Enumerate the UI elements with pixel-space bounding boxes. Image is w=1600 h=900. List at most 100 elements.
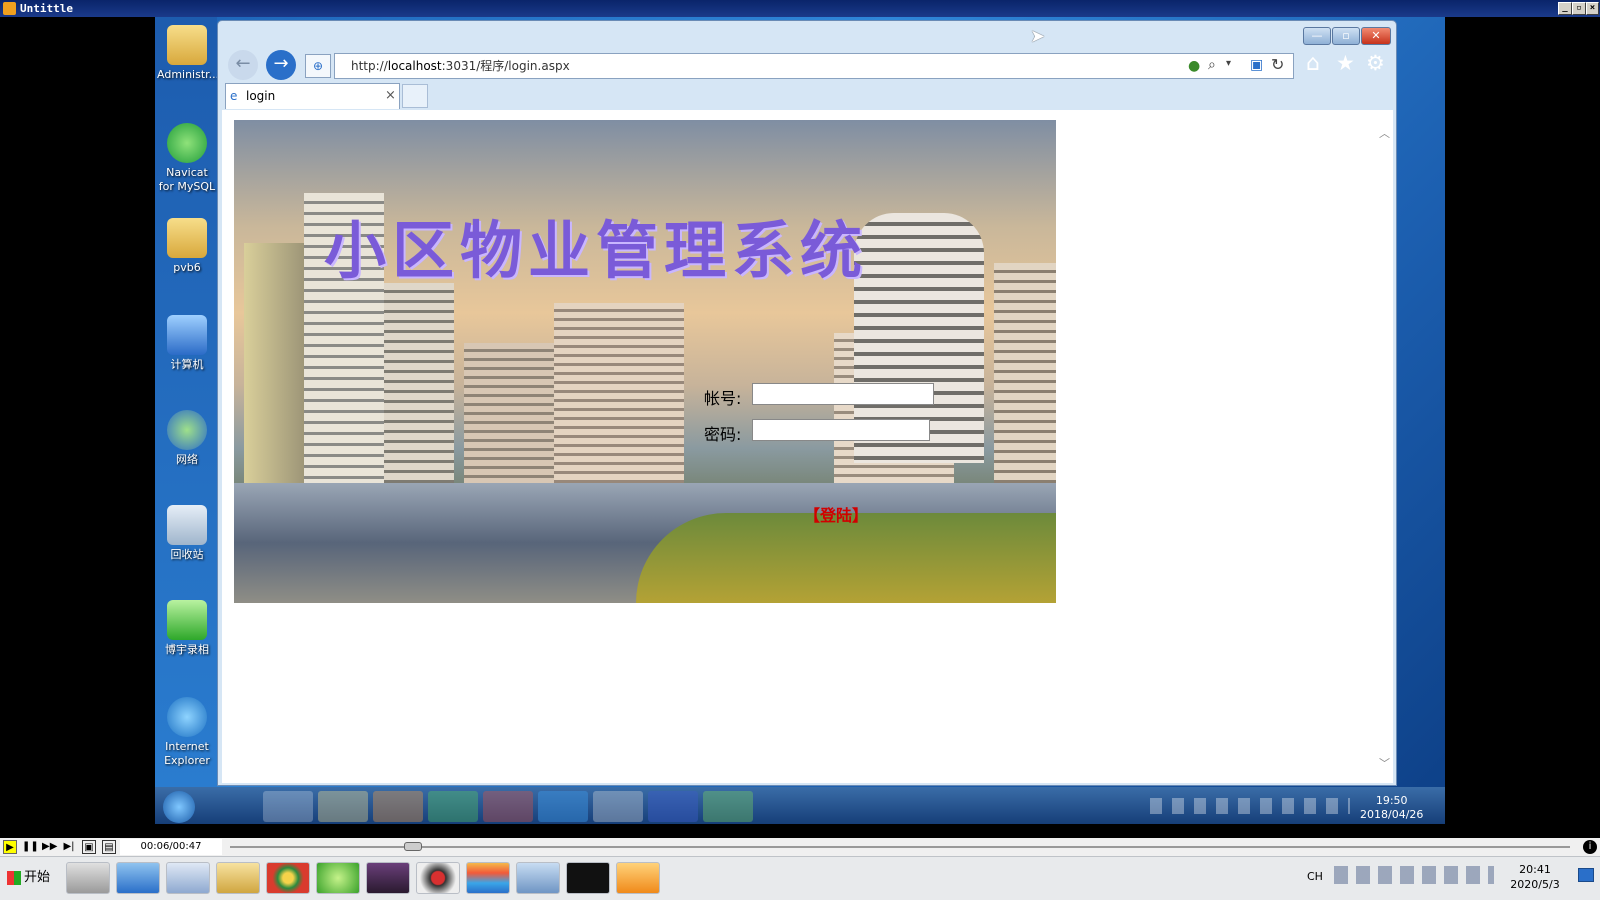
fit-icon[interactable]: ▤ xyxy=(102,840,116,854)
address-bar[interactable]: http://localhost:3031/程序/login.aspx xyxy=(334,53,1294,79)
restore-button[interactable]: ▫ xyxy=(1572,2,1586,15)
start-button[interactable]: 开始 xyxy=(4,862,52,894)
favorites-star-icon[interactable]: ★ xyxy=(1336,51,1355,75)
url-host: localhost xyxy=(387,59,442,73)
mouse-cursor-icon: ➤ xyxy=(1030,26,1046,47)
desktop-icon-recycle-bin[interactable]: 回收站 xyxy=(157,505,217,562)
desktop-icon-label: 博宇录相 xyxy=(165,643,209,656)
host-app-chrome-icon[interactable] xyxy=(266,862,310,894)
seek-bar[interactable] xyxy=(230,846,1570,848)
building-shape xyxy=(994,263,1056,483)
minimize-button[interactable]: _ xyxy=(1558,2,1572,15)
login-button[interactable]: 【登陆】 xyxy=(804,502,868,526)
compat-view-icon[interactable]: ⊕ xyxy=(305,54,331,78)
account-label: 帐号: xyxy=(704,389,742,408)
host-app-powershell-icon[interactable] xyxy=(116,862,160,894)
inner-clock: 19:50 2018/04/26 xyxy=(1360,794,1423,822)
browser-minimize-button[interactable]: — xyxy=(1303,27,1331,45)
language-indicator[interactable]: CH xyxy=(1307,870,1323,883)
computer-icon xyxy=(167,315,207,355)
host-app-colorful-icon[interactable] xyxy=(466,862,510,894)
host-app-green-icon[interactable] xyxy=(316,862,360,894)
tab-login[interactable]: e login xyxy=(225,83,400,109)
account-input[interactable] xyxy=(752,383,934,405)
gear-icon[interactable]: ⚙ xyxy=(1366,51,1385,75)
desktop-icon-label: Administr... xyxy=(157,68,220,81)
ie-icon xyxy=(167,697,207,737)
inner-clock-time: 19:50 xyxy=(1375,794,1408,807)
desktop-icon-recorder[interactable]: 博宇录相 xyxy=(157,600,217,657)
taskbar-teamviewer-icon[interactable] xyxy=(538,791,588,822)
pause-icon[interactable]: ❚❚ xyxy=(22,840,39,854)
taskbar-green-app-icon[interactable] xyxy=(428,791,478,822)
host-app-player-icon[interactable] xyxy=(616,862,660,894)
inner-clock-date: 2018/04/26 xyxy=(1360,808,1424,821)
desktop-icon-administrator[interactable]: Administr... xyxy=(157,25,220,82)
home-icon[interactable]: ⌂ xyxy=(1306,51,1320,76)
close-button[interactable]: × xyxy=(1586,2,1599,15)
host-app-javaee-icon[interactable] xyxy=(366,862,410,894)
taskbar-clover-icon[interactable] xyxy=(703,791,753,822)
taskbar-chrome-icon[interactable] xyxy=(483,791,533,822)
building-shape xyxy=(464,343,554,483)
host-app-printer-icon[interactable] xyxy=(66,862,110,894)
info-icon[interactable]: i xyxy=(1583,840,1597,854)
login-banner: 小区物业管理系统 帐号: 密码: 【登陆】 xyxy=(234,120,1056,603)
back-button[interactable]: ← xyxy=(228,50,258,80)
desktop-icon-label: Internet Explorer xyxy=(164,740,210,767)
desktop-icon-pvb6[interactable]: pvb6 xyxy=(157,218,217,275)
step-icon[interactable]: ▶| xyxy=(62,840,76,854)
new-tab-button[interactable] xyxy=(402,84,428,108)
dropdown-icon[interactable]: ▾ xyxy=(1226,58,1231,69)
host-app-bird-icon[interactable] xyxy=(166,862,210,894)
host-tray-icons[interactable] xyxy=(1334,866,1494,884)
taskbar-vs-icon[interactable] xyxy=(648,791,698,822)
compat-icon[interactable]: ● xyxy=(1188,58,1200,74)
host-app-remote-desktop-icon[interactable] xyxy=(516,862,560,894)
host-app-explorer-icon[interactable] xyxy=(216,862,260,894)
desktop-icon-label: Navicat for MySQL xyxy=(158,166,216,193)
recorder-icon xyxy=(167,600,207,640)
password-label: 密码: xyxy=(704,425,742,444)
desktop-icon-label: 网络 xyxy=(176,453,198,466)
refresh-icon[interactable]: ↻ xyxy=(1271,55,1284,74)
host-clock-time: 20:41 xyxy=(1519,863,1551,876)
tab-close-icon[interactable]: × xyxy=(385,88,396,103)
desktop-icon-label: pvb6 xyxy=(173,261,201,274)
taskbar-media-icon[interactable] xyxy=(373,791,423,822)
folder-icon xyxy=(167,218,207,258)
recycle-bin-icon xyxy=(167,505,207,545)
seek-thumb[interactable] xyxy=(404,842,423,851)
taskbar-ie-icon[interactable] xyxy=(263,791,313,822)
inner-tray-icons[interactable] xyxy=(1150,798,1350,814)
url-prefix: http:// xyxy=(351,59,388,73)
building-shape xyxy=(554,303,684,483)
building-shape xyxy=(384,283,454,483)
host-app-cmd-icon[interactable] xyxy=(566,862,610,894)
network-icon xyxy=(167,410,207,450)
inner-start-orb-icon[interactable] xyxy=(163,791,195,823)
show-desktop-icon[interactable] xyxy=(1578,868,1594,882)
desktop-icon-navicat[interactable]: Navicat for MySQL xyxy=(157,123,217,194)
taskbar-tool-icon[interactable] xyxy=(593,791,643,822)
scroll-up-icon[interactable]: ︿ xyxy=(1379,125,1390,141)
player-title-bar: Untittle _ ▫ × xyxy=(0,0,1600,17)
search-icon[interactable]: ⌕ xyxy=(1208,57,1216,73)
scroll-down-icon[interactable]: ﹀ xyxy=(1379,755,1390,771)
browser-close-button[interactable]: ✕ xyxy=(1361,27,1391,45)
password-input[interactable] xyxy=(752,419,930,441)
player-title: Untittle xyxy=(20,2,73,15)
play-icon[interactable]: ▶ xyxy=(3,840,17,854)
desktop-icon-network[interactable]: 网络 xyxy=(157,410,217,467)
browser-maximize-button[interactable]: ▫ xyxy=(1332,27,1360,45)
fullscreen-icon[interactable]: ▣ xyxy=(82,840,96,854)
taskbar-explorer-icon[interactable] xyxy=(318,791,368,822)
tab-label: login xyxy=(246,89,276,103)
image-icon[interactable]: ▣ xyxy=(1250,57,1263,73)
forward-button[interactable]: → xyxy=(266,50,296,80)
host-app-record-icon[interactable] xyxy=(416,862,460,894)
fast-forward-icon[interactable]: ▶▶ xyxy=(42,840,57,854)
desktop-icon-computer[interactable]: 计算机 xyxy=(157,315,217,372)
folder-icon xyxy=(167,25,207,65)
desktop-icon-ie[interactable]: Internet Explorer xyxy=(157,697,217,768)
